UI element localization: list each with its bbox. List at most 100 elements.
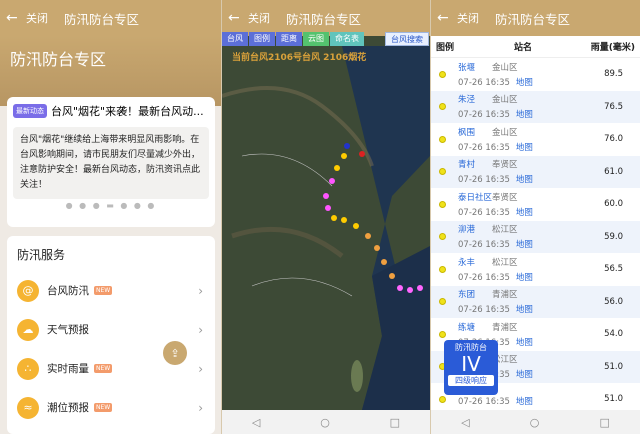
table-row[interactable]: 朱泾 金山区 07-26 16:35 地图 76.5 [431, 90, 640, 123]
rainfall-value: 59.0 [604, 231, 623, 242]
timestamp: 07-26 16:35 [458, 207, 510, 218]
map-link[interactable]: 地图 [516, 370, 533, 380]
badge-bottom-text: 四级响应 [448, 375, 494, 386]
rainfall-value: 51.0 [604, 394, 623, 405]
share-icon[interactable]: ⇪ [163, 341, 187, 365]
station-name[interactable]: 练塘 [458, 321, 492, 333]
badge-level: IV [461, 352, 481, 376]
table-row[interactable]: 青村 奉贤区 07-26 16:35 地图 61.0 [431, 155, 640, 188]
timestamp: 07-26 16:35 [458, 175, 510, 186]
map-link[interactable]: 地图 [516, 78, 533, 88]
tab-typhoon[interactable]: 台风 [222, 32, 248, 46]
district: 金山区 [492, 127, 518, 138]
timestamp: 07-26 16:35 [458, 240, 510, 251]
map-link[interactable]: 地图 [516, 338, 533, 348]
station-info: 枫围 金山区 07-26 16:35 地图 [458, 126, 568, 153]
nav-back-icon[interactable]: ◁ [461, 416, 469, 429]
map-link[interactable]: 地图 [516, 397, 533, 407]
district: 奉贤区 [492, 192, 518, 203]
top-bar: ← 关闭 防汛防台专区 [0, 0, 221, 36]
station-name[interactable]: 张堰 [458, 61, 492, 73]
top-bar: ← 关闭 防汛防台专区 [222, 0, 430, 36]
rainfall-value: 56.5 [604, 264, 623, 275]
table-row[interactable]: 张堰 金山区 07-26 16:35 地图 89.5 [431, 58, 640, 91]
station-name[interactable]: 永丰 [458, 256, 492, 268]
service-label: 台风防汛 [47, 285, 89, 297]
station-name[interactable]: 朱泾 [458, 93, 492, 105]
service-item-typhoon[interactable]: @ 台风防汛 NEW › [17, 271, 205, 310]
hero-title: 防汛防台专区 [0, 36, 221, 106]
news-badge: 最新动态 [13, 104, 47, 118]
typhoon-map[interactable] [222, 36, 430, 410]
new-tag: NEW [94, 403, 113, 412]
back-icon[interactable]: ← [228, 10, 248, 26]
column-rainfall: 雨量(毫米) [590, 43, 635, 53]
table-row[interactable]: 泖港 松江区 07-26 16:35 地图 59.0 [431, 220, 640, 253]
response-level-badge[interactable]: 防汛防台 IV 四级响应 [444, 340, 498, 395]
nav-home-icon[interactable]: ○ [530, 416, 540, 429]
nav-recents-icon[interactable]: □ [390, 416, 400, 429]
back-icon[interactable]: ← [6, 10, 26, 26]
map-link[interactable]: 地图 [516, 240, 533, 250]
legend-dot [439, 233, 446, 241]
tab-legend[interactable]: 图例 [249, 32, 275, 46]
legend-dot [439, 135, 446, 143]
map-link[interactable]: 地图 [516, 273, 533, 283]
nav-recents-icon[interactable]: □ [600, 416, 610, 429]
back-icon[interactable]: ← [437, 10, 457, 26]
tab-cloud[interactable]: 云图 [303, 32, 329, 46]
tide-icon: ≈ [17, 396, 39, 419]
station-info: 泰日社区 奉贤区 07-26 16:35 地图 [458, 191, 568, 218]
close-button[interactable]: 关闭 [26, 10, 48, 26]
service-item-tide[interactable]: ≈ 潮位预报 NEW › [17, 388, 205, 427]
system-nav-bar: ◁ ○ □ [431, 410, 640, 434]
nav-back-icon[interactable]: ◁ [252, 416, 260, 429]
close-button[interactable]: 关闭 [457, 10, 479, 26]
page-title: 防汛防台专区 [495, 11, 571, 27]
tab-distance[interactable]: 距离 [276, 32, 302, 46]
tab-names[interactable]: 命名表 [330, 32, 364, 46]
table-row[interactable]: 东团 青浦区 07-26 16:35 地图 56.0 [431, 285, 640, 318]
close-button[interactable]: 关闭 [248, 10, 270, 26]
typhoon-search-button[interactable]: 台风搜索 [385, 32, 429, 46]
table-row[interactable]: 泰日社区 奉贤区 07-26 16:35 地图 60.0 [431, 188, 640, 221]
station-name[interactable]: 东团 [458, 288, 492, 300]
station-name[interactable]: 泖港 [458, 223, 492, 235]
legend-dot [439, 298, 446, 306]
district: 金山区 [492, 95, 518, 106]
map-link[interactable]: 地图 [516, 305, 533, 315]
satellite-map-graphic [222, 36, 430, 410]
news-headline[interactable]: 台风"烟花"来袭！最新台风动... [51, 103, 204, 119]
rainfall-value: 60.0 [604, 199, 623, 210]
carousel-dots: ● ● ● ▬ ● ● ● [65, 201, 157, 210]
page-title: 防汛防台专区 [286, 11, 362, 27]
table-header: 图例 站名 雨量(毫米) [431, 36, 640, 58]
station-info: 张堰 金山区 07-26 16:35 地图 [458, 61, 568, 88]
chevron-right-icon: › [198, 283, 203, 298]
rainfall-value: 56.0 [604, 296, 623, 307]
map-link[interactable]: 地图 [516, 208, 533, 218]
chevron-right-icon: › [198, 400, 203, 415]
chevron-right-icon: › [198, 322, 203, 337]
service-label: 潮位预报 [47, 402, 89, 414]
nav-home-icon[interactable]: ○ [320, 416, 330, 429]
map-link[interactable]: 地图 [516, 110, 533, 120]
table-row[interactable]: 永丰 松江区 07-26 16:35 地图 56.5 [431, 253, 640, 286]
rainfall-value: 76.0 [604, 134, 623, 145]
station-name[interactable]: 青村 [458, 158, 492, 170]
news-body: 台风"烟花"继续给上海带来明显风雨影响。在台风影响期间，请市民朋友们尽量减少外出… [13, 127, 209, 199]
map-link[interactable]: 地图 [516, 143, 533, 153]
district: 奉贤区 [492, 160, 518, 171]
services-card: 防汛服务 @ 台风防汛 NEW › ☁ 天气预报 › ∴ 实时雨量 NEW › … [7, 236, 215, 434]
news-card[interactable]: 最新动态 台风"烟花"来袭！最新台风动... 台风"烟花"继续给上海带来明显风雨… [7, 97, 215, 227]
station-name[interactable]: 枫围 [458, 126, 492, 138]
table-row[interactable]: 枫围 金山区 07-26 16:35 地图 76.0 [431, 123, 640, 156]
typhoon-map-panel: ← 关闭 防汛防台专区 台风 图例 距离 云图 命名表 台风搜索 当前台风210… [222, 0, 430, 434]
map-link[interactable]: 地图 [516, 175, 533, 185]
rain-icon: ∴ [17, 357, 39, 380]
legend-dot [439, 168, 446, 176]
station-name[interactable]: 泰日社区 [458, 191, 492, 203]
legend-dot [439, 70, 446, 78]
service-label: 天气预报 [47, 324, 89, 336]
station-info: 东团 青浦区 07-26 16:35 地图 [458, 288, 568, 315]
